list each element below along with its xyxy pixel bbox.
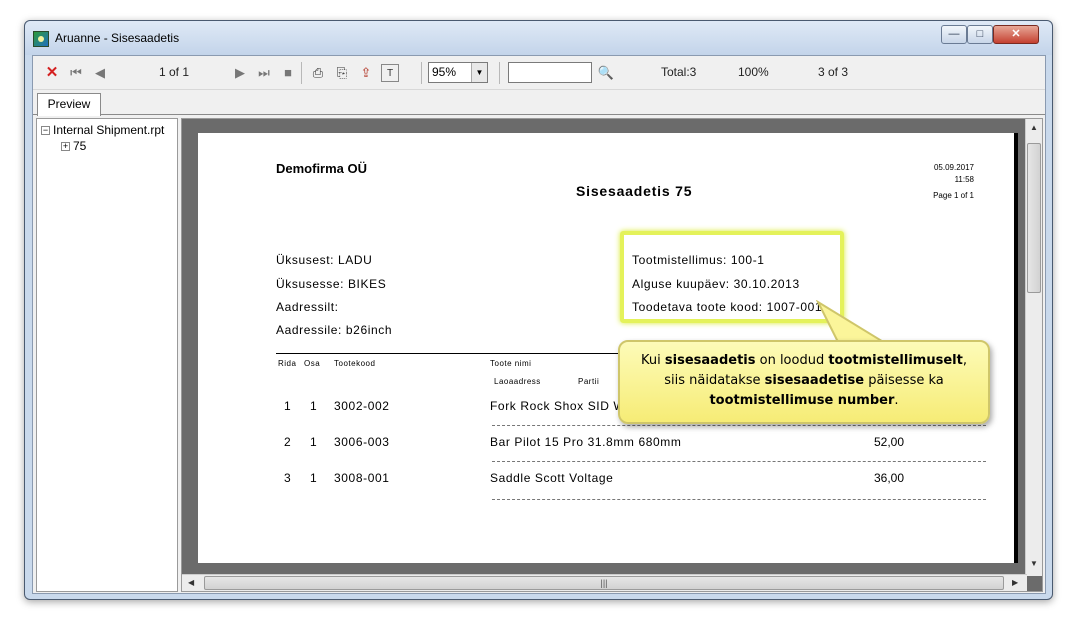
vertical-scrollbar[interactable]: ▲ ▼: [1025, 119, 1042, 576]
printer-setup-icon[interactable]: ⎘: [333, 64, 351, 82]
to-unit: Üksusesse: BIKES: [276, 277, 387, 291]
scroll-right-icon[interactable]: ▶: [1012, 578, 1018, 587]
tab-preview[interactable]: Preview: [37, 93, 101, 116]
product-code: Toodetava toote kood: 1007-001: [632, 300, 823, 314]
zoom-percent: 100%: [738, 65, 769, 79]
start-date: Alguse kuupäev: 30.10.2013: [632, 277, 800, 291]
table-row-number: 3: [284, 471, 292, 485]
column-header-batch: Partii: [578, 377, 600, 386]
table-row-quantity: 36,00: [874, 471, 905, 485]
table-row-name: Saddle Scott Voltage: [490, 471, 614, 485]
table-row-part: 1: [310, 435, 318, 449]
scroll-up-icon[interactable]: ▲: [1030, 123, 1038, 132]
tree-child-label: 75: [73, 139, 87, 153]
table-row-name: Fork Rock Shox SID W: [490, 399, 626, 413]
minimize-button[interactable]: —: [941, 25, 967, 44]
column-header-name: Toote nimi: [490, 359, 532, 368]
table-row-number: 2: [284, 435, 292, 449]
title-bar[interactable]: Aruanne - Sisesaadetis — □ ✕: [25, 21, 1052, 55]
toolbar: ✕ ⏮ ◀ 1 of 1 ▶ ⏭ ■ ⎙ ⎘ ⇪ T 95% ▼ 🔍 Total…: [33, 56, 1045, 90]
toolbar-separator: [301, 62, 302, 84]
tree-root-label: Internal Shipment.rpt: [53, 123, 165, 137]
table-row-code: 3008-001: [334, 471, 390, 485]
page-indicator: 1 of 1: [159, 65, 190, 79]
callout-line-2: siis näidatakse sisesaadetise päisesse k…: [664, 373, 944, 388]
search-input[interactable]: [508, 62, 592, 83]
vertical-scroll-thumb[interactable]: [1027, 143, 1041, 293]
tab-strip: Preview: [33, 91, 1045, 116]
toolbar-separator: [421, 62, 422, 84]
export-icon[interactable]: ⇪: [357, 64, 375, 82]
page-number: Page 1 of 1: [933, 191, 974, 200]
production-order: Tootmistellimus: 100-1: [632, 253, 765, 267]
table-row-code: 3006-003: [334, 435, 390, 449]
expand-icon[interactable]: +: [61, 142, 70, 151]
total-records: Total:3: [661, 65, 697, 79]
column-header-row: Rida: [278, 359, 297, 368]
address-to: Aadressile: b26inch: [276, 323, 393, 337]
next-page-icon[interactable]: ▶: [231, 64, 249, 82]
window-title: Aruanne - Sisesaadetis: [55, 31, 180, 45]
collapse-icon[interactable]: −: [41, 126, 50, 135]
tree-root[interactable]: − Internal Shipment.rpt: [41, 123, 164, 137]
print-date: 05.09.2017: [933, 163, 974, 172]
table-row-code: 3002-002: [334, 399, 390, 413]
report-title: Sisesaadetis 75: [576, 183, 693, 199]
zoom-value: 95%: [432, 65, 457, 79]
client-area: ✕ ⏮ ◀ 1 of 1 ▶ ⏭ ■ ⎙ ⎘ ⇪ T 95% ▼ 🔍 Total…: [32, 55, 1046, 594]
app-icon: [33, 31, 49, 47]
table-row-name: Bar Pilot 15 Pro 31.8mm 680mm: [490, 435, 682, 449]
print-time: 11:58: [954, 175, 974, 184]
last-page-icon[interactable]: ⏭: [255, 64, 273, 82]
horizontal-scrollbar[interactable]: ◀ ||| ▶: [182, 574, 1027, 591]
close-button[interactable]: ✕: [993, 25, 1039, 44]
group-tree: − Internal Shipment.rpt +75: [36, 118, 178, 592]
zoom-select[interactable]: 95% ▼: [428, 62, 488, 83]
column-header-location: Laoaadress: [494, 377, 541, 386]
chevron-down-icon[interactable]: ▼: [471, 63, 487, 82]
first-page-icon[interactable]: ⏮: [67, 64, 85, 82]
row-divider: [492, 499, 986, 500]
table-row-quantity: 52,00: [874, 435, 905, 449]
toolbar-separator: [499, 62, 500, 84]
callout-line-1: Kui sisesaadetis on loodud tootmistellim…: [641, 353, 967, 368]
row-divider: [492, 461, 986, 462]
column-header-part: Osa: [304, 359, 321, 368]
previous-page-icon[interactable]: ◀: [91, 64, 109, 82]
from-unit: Üksusest: LADU: [276, 253, 373, 267]
row-divider: [492, 425, 986, 426]
scroll-left-icon[interactable]: ◀: [188, 578, 194, 587]
group-tree-icon[interactable]: T: [381, 64, 399, 82]
tree-child[interactable]: +75: [61, 139, 86, 153]
stop-icon[interactable]: ■: [279, 64, 297, 82]
scroll-down-icon[interactable]: ▼: [1030, 559, 1038, 568]
horizontal-scroll-thumb[interactable]: |||: [204, 576, 1004, 590]
maximize-button[interactable]: □: [967, 25, 993, 44]
company-name: Demofirma OÜ: [276, 161, 368, 176]
annotation-callout: Kui sisesaadetis on loodud tootmistellim…: [618, 340, 990, 424]
print-icon[interactable]: ⎙: [309, 64, 327, 82]
table-row-number: 1: [284, 399, 292, 413]
close-view-icon[interactable]: ✕: [43, 64, 61, 82]
table-row-part: 1: [310, 399, 318, 413]
address-from: Aadressilt:: [276, 300, 339, 314]
binoculars-icon[interactable]: 🔍: [597, 64, 615, 82]
callout-line-3: tootmistellimuse number.: [709, 393, 899, 408]
column-header-code: Tootekood: [334, 359, 376, 368]
report-window: Aruanne - Sisesaadetis — □ ✕ ✕ ⏮ ◀ 1 of …: [24, 20, 1053, 600]
record-count: 3 of 3: [818, 65, 849, 79]
table-row-part: 1: [310, 471, 318, 485]
